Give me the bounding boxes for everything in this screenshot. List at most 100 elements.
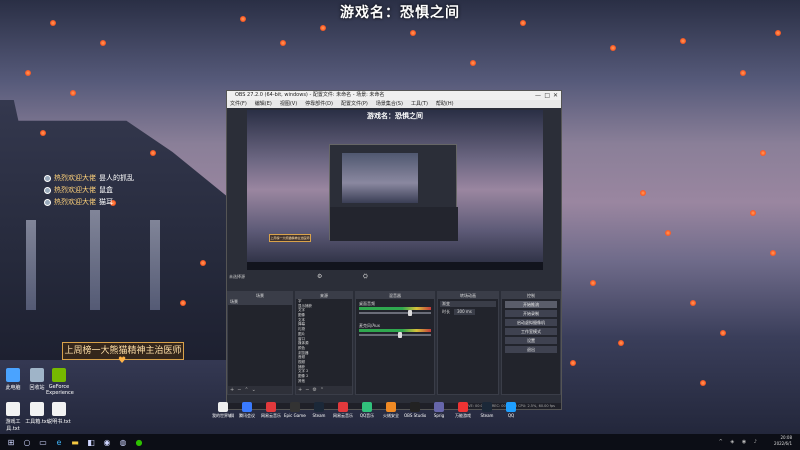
transitions-dock: 转场动画 渐变 时长 300 ms <box>437 291 499 395</box>
steam-icon[interactable]: ◍ <box>118 437 128 447</box>
computer-icon <box>6 368 20 382</box>
store-icon[interactable]: ◧ <box>86 437 96 447</box>
desktop-app-icon[interactable]: Steam <box>308 402 330 418</box>
menu-profile[interactable]: 配置文件(P) <box>341 100 368 108</box>
up-icon[interactable]: ⌃ <box>320 387 327 393</box>
desktop-app-icon[interactable]: 我的世界辅助 <box>212 402 234 419</box>
mixer-track: 麦克风/Aux <box>359 323 431 338</box>
app-icon <box>410 402 420 412</box>
volume-slider[interactable] <box>359 310 431 316</box>
transition-select[interactable]: 渐变 <box>440 301 496 307</box>
lantern <box>680 38 686 44</box>
wechat-icon[interactable]: ● <box>134 437 144 447</box>
desktop-app-icon[interactable]: 火绒安全 <box>380 402 402 419</box>
gear-icon[interactable]: ⚙ <box>317 273 322 280</box>
desktop-app-icon[interactable]: QQ音乐 <box>356 402 378 419</box>
maximize-icon[interactable]: □ <box>544 91 550 100</box>
desktop-app-icon[interactable]: 网易云音乐 <box>260 402 282 419</box>
menu-view[interactable]: 视图(V) <box>280 100 297 108</box>
app-label: 火绒安全 <box>383 413 399 418</box>
start-recording-button[interactable]: 开始录制 <box>505 310 557 317</box>
desktop-app-icon[interactable]: Sprig <box>428 402 450 418</box>
desktop-icon-label: 游戏工具.txt <box>5 419 21 432</box>
chat-text: 鼠盒 <box>99 186 113 194</box>
desktop-app-icon[interactable]: QQ <box>500 402 522 418</box>
desktop-icon-file[interactable]: 游戏工具.txt <box>0 402 26 432</box>
start-streaming-button[interactable]: 开始推流 <box>505 301 557 308</box>
app-icon <box>506 402 516 412</box>
up-icon[interactable]: ⌃ <box>244 387 251 393</box>
menu-tools[interactable]: 工具(T) <box>411 100 428 108</box>
folder-icon[interactable]: ▬ <box>70 437 80 447</box>
slider-knob[interactable] <box>397 332 402 338</box>
windows-icon[interactable]: ⊞ <box>6 437 16 447</box>
app-icon <box>290 402 300 412</box>
clock-date: 2022/6/1 <box>774 441 792 446</box>
slider-knob[interactable] <box>408 310 412 316</box>
dock-title: 混音器 <box>356 292 434 299</box>
settings-button[interactable]: 设置 <box>505 337 557 344</box>
geforce-icon <box>52 368 66 382</box>
taskbar: ⊞ ○ ▭ e ▬ ◧ ◉ ◍ ● ^ ◈ ◉ ♪ 20:08 2022/6/1 <box>0 434 800 450</box>
search-icon[interactable]: ○ <box>22 437 32 447</box>
lantern <box>200 260 206 266</box>
audio-mixer-dock: 混音器 桌面音频 麦克风/Aux <box>355 291 435 395</box>
duration-row: 时长 300 ms <box>440 309 496 315</box>
volume-slider[interactable] <box>359 332 431 338</box>
lantern <box>740 70 746 76</box>
edge-icon[interactable]: e <box>54 437 64 447</box>
sources-dock: 来源 字显示捕获 文字 图像 文本 弹幕 礼物 图片 窗口 媒体源 颜色 浏览器 音频 视频 捕获 文字 2… <box>295 291 353 395</box>
filter-icon[interactable]: ⛭ <box>363 273 368 281</box>
desktop-app-icon[interactable]: 腾讯会议 <box>236 402 258 419</box>
desktop-app-icon[interactable]: 网易云音乐 <box>332 402 354 419</box>
lantern <box>100 40 106 46</box>
menu-scene-collection[interactable]: 场景集合(S) <box>376 100 403 108</box>
desktop-app-icon[interactable]: 万能游戏 <box>452 402 474 419</box>
menu-file[interactable]: 文件(F) <box>230 100 247 108</box>
heart-icon: ♥ <box>118 356 127 366</box>
track-name: 麦克风/Aux <box>359 323 380 328</box>
lantern <box>640 190 646 196</box>
desktop-app-icon[interactable]: Epic Games Launcher <box>284 402 306 418</box>
desktop-app-icon[interactable]: OBS Studio <box>404 402 426 418</box>
obs-window[interactable]: OBS 27.2.0 (64-bit, windows) - 配置文件: 未命名… <box>226 90 562 410</box>
desktop-icon-geforce[interactable]: GeForce Experience <box>46 368 74 396</box>
taskbar-clock[interactable]: 20:08 2022/6/1 <box>774 435 792 447</box>
obs-titlebar[interactable]: OBS 27.2.0 (64-bit, windows) - 配置文件: 未命名… <box>227 91 561 100</box>
desktop-app-icon[interactable]: Steam <box>476 402 498 418</box>
source-item[interactable]: 其他 <box>296 379 352 384</box>
obs-icon[interactable]: ◉ <box>102 437 112 447</box>
menu-docks[interactable]: 停靠部件(D) <box>305 100 333 108</box>
down-icon[interactable]: ⌄ <box>252 387 259 393</box>
controls-dock: 控制 开始推流 开始录制 启动虚拟摄像机 工作室模式 设置 退出 <box>501 291 561 395</box>
menu-help[interactable]: 帮助(H) <box>436 100 454 108</box>
chat-overlay: 热烈欢迎大佬 昙人的抓乱 热烈欢迎大佬 鼠盒 热烈欢迎大佬 猫耳 <box>44 172 134 208</box>
exit-button[interactable]: 退出 <box>505 346 557 353</box>
app-label: 网易云音乐 <box>261 413 281 418</box>
system-tray[interactable]: ^ ◈ ◉ ♪ <box>719 439 760 445</box>
preview-title: 游戏名：恐惧之间 <box>367 112 423 120</box>
task-view-icon[interactable]: ▭ <box>38 437 48 447</box>
close-icon[interactable]: ✕ <box>553 91 558 100</box>
preview-gifter-banner: 上周榜一大熊猫精神主治医师 <box>269 234 311 242</box>
lantern <box>610 45 616 51</box>
virtual-camera-button[interactable]: 启动虚拟摄像机 <box>505 319 557 326</box>
track-name: 桌面音频 <box>359 301 375 306</box>
scene-item[interactable]: 场景 <box>228 299 292 305</box>
desktop-icon-file[interactable]: 说明书.txt <box>46 402 72 425</box>
duration-input[interactable]: 300 ms <box>454 309 475 315</box>
app-label: 网易云音乐 <box>333 413 353 418</box>
dock-title: 来源 <box>296 292 352 299</box>
text-file-icon <box>6 402 20 416</box>
studio-mode-button[interactable]: 工作室模式 <box>505 328 557 335</box>
recycle-bin-icon <box>30 368 44 382</box>
nested-dock-panel <box>330 207 458 241</box>
background-cathedral <box>0 100 230 360</box>
menu-edit[interactable]: 编辑(E) <box>255 100 272 108</box>
lantern <box>570 360 576 366</box>
desktop-icon-this-pc[interactable]: 此电脑 <box>0 368 26 391</box>
minimize-icon[interactable]: — <box>535 91 541 100</box>
volume-meter <box>359 307 431 310</box>
gear-icon[interactable]: ⚙ <box>312 387 319 393</box>
obs-preview[interactable]: 游戏名：恐惧之间 上周榜一大熊猫精神主治医师 <box>247 110 543 270</box>
